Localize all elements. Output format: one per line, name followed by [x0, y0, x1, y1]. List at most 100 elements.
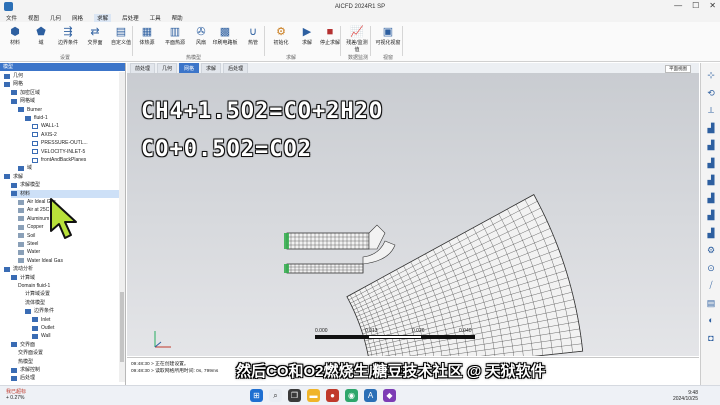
tree-item[interactable]: Steel: [18, 240, 119, 248]
ruler-icon[interactable]: ⧸: [705, 279, 717, 291]
tree-item[interactable]: Outlet: [32, 324, 119, 332]
palette-icon[interactable]: ◐: [705, 314, 717, 326]
custom-value-button[interactable]: ▤ 自定义值: [108, 25, 134, 46]
graphics-tab[interactable]: 几何: [157, 62, 178, 74]
tree-item[interactable]: 网格: [4, 80, 119, 88]
menu-help[interactable]: 帮助: [172, 14, 183, 22]
tree-item[interactable]: 求解: [4, 173, 119, 181]
axis-icon[interactable]: ⟂: [705, 104, 717, 116]
maximize-button[interactable]: ☐: [692, 1, 699, 10]
minimize-button[interactable]: —: [674, 1, 682, 10]
checkbox-icon[interactable]: [32, 140, 38, 146]
ribbon-toolbar: ⬢ 材料 ⬟ 域 ⇶ 边界条件 ⇄ 交界面 ▤ 自定义值 ▦ 体热源 ▥ 平面热源 ✇ 风扇 ▩ 印刷电路板 ∪ 热管…: [0, 22, 720, 62]
graphics-tab[interactable]: 求解: [201, 62, 222, 74]
aicfd-app-icon[interactable]: A: [364, 389, 377, 402]
graphics-tab[interactable]: 前处理: [130, 62, 156, 74]
tree-item[interactable]: 交界面设置: [18, 349, 119, 357]
tree-item[interactable]: 交界面: [11, 341, 119, 349]
camera-icon[interactable]: ◘: [705, 332, 717, 344]
menu-solve[interactable]: 求解: [94, 13, 112, 22]
tree-item[interactable]: 域: [18, 164, 119, 172]
tree-item[interactable]: 几何: [4, 72, 119, 80]
interface-button[interactable]: ⇄ 交界面: [82, 25, 108, 46]
tree-item[interactable]: Water Ideal Gas: [18, 257, 119, 265]
graphics-tab[interactable]: 后处理: [223, 62, 249, 74]
chart-icon[interactable]: ▟: [705, 174, 717, 186]
tree-item[interactable]: 网格域: [11, 97, 119, 105]
tree-item[interactable]: frontAndBackPlanes: [32, 156, 119, 164]
tree-item[interactable]: 加密区域: [11, 89, 119, 97]
tree-item[interactable]: 计算域设置: [25, 290, 119, 298]
checkbox-icon[interactable]: [32, 157, 38, 163]
chart-icon[interactable]: ▟: [705, 157, 717, 169]
view-selector[interactable]: 平面视图: [665, 65, 691, 73]
volume-heat-source-button[interactable]: ▦ 体热源: [134, 25, 160, 46]
layer-icon[interactable]: ▤: [705, 297, 717, 309]
visualization-window-button[interactable]: ▣ 可视化视窗: [375, 25, 401, 46]
tree-item[interactable]: 求解模型: [11, 181, 119, 189]
app-icon[interactable]: ●: [326, 389, 339, 402]
tree-item[interactable]: 求解控制: [11, 366, 119, 374]
zoom-fit-icon[interactable]: ⊙: [705, 262, 717, 274]
menu-file[interactable]: 文件: [6, 14, 17, 22]
tree-item[interactable]: WALL-1: [32, 122, 119, 130]
boundary-conditions-button[interactable]: ⇶ 边界条件: [55, 25, 81, 46]
materials-button[interactable]: ⬢ 材料: [2, 25, 28, 46]
chart-icon[interactable]: ▟: [705, 192, 717, 204]
search-icon[interactable]: ⌕: [269, 389, 282, 402]
task-view-icon[interactable]: ❐: [288, 389, 301, 402]
rotate-icon[interactable]: ⟲: [705, 87, 717, 99]
checkbox-icon[interactable]: [32, 123, 38, 129]
chart-icon[interactable]: ▟: [705, 227, 717, 239]
browser-icon[interactable]: ◉: [345, 389, 358, 402]
taskbar-widget[interactable]: 我已超标 + 0.27%: [6, 389, 26, 401]
tree-item[interactable]: 后处理: [11, 374, 119, 382]
file-explorer-icon[interactable]: ▬: [307, 389, 320, 402]
tree-item[interactable]: 热模型: [18, 358, 119, 366]
ribbon-button-label: 体热源: [139, 40, 155, 46]
heat-pipe-button[interactable]: ∪ 热管: [240, 25, 266, 46]
chart-icon[interactable]: ▟: [705, 209, 717, 221]
tree-item[interactable]: Domain fluid-1: [18, 282, 119, 290]
domain-button[interactable]: ⬟ 域: [28, 25, 54, 46]
graphics-viewport[interactable]: CH4+1.5O2=CO+2H2O CO+0.5O2=CO2 0.000 0.0…: [127, 73, 699, 356]
tree-item[interactable]: PRESSURE-OUTL...: [32, 139, 119, 147]
fan-button[interactable]: ✇ 风扇: [188, 25, 214, 46]
checkbox-icon[interactable]: [32, 149, 38, 155]
plane-heat-source-button[interactable]: ▥ 平面热源: [162, 25, 188, 46]
tree-item[interactable]: AXIS-2: [32, 131, 119, 139]
tree-item[interactable]: 边界条件: [25, 307, 119, 315]
tree-item[interactable]: Inlet: [32, 316, 119, 324]
app-icon[interactable]: ◆: [383, 389, 396, 402]
tree-scrollbar[interactable]: [119, 72, 125, 382]
initialize-button[interactable]: ⚙ 初始化: [268, 25, 294, 46]
video-subtitle: 然后CO和O2燃烧生成CO2 糖豆技术社区 @ 天狱软件: [236, 360, 546, 381]
tree-item[interactable]: 流体模型: [25, 299, 119, 307]
model-tree-header: 模型: [0, 63, 125, 71]
gear-icon[interactable]: ⚙: [705, 244, 717, 256]
menu-mesh[interactable]: 网格: [72, 14, 83, 22]
menu-view[interactable]: 视图: [28, 14, 39, 22]
tree-item[interactable]: Water: [18, 248, 119, 256]
tree-item[interactable]: VELOCITY-INLET-5: [32, 148, 119, 156]
close-button[interactable]: ✕: [709, 1, 716, 10]
tree-item[interactable]: Wall: [32, 332, 119, 340]
checkbox-icon[interactable]: [32, 132, 38, 138]
select-icon[interactable]: ⊹: [705, 69, 717, 81]
pcb-button[interactable]: ▩ 印刷电路板: [212, 25, 238, 46]
menu-postprocess[interactable]: 后处理: [122, 14, 139, 22]
graphics-tab[interactable]: 网格: [179, 62, 200, 74]
tree-node-icon: [11, 367, 17, 373]
tree-item[interactable]: Burner: [18, 106, 119, 114]
chart-icon[interactable]: ▟: [705, 122, 717, 134]
tree-item[interactable]: 计算域: [11, 274, 119, 282]
tree-item[interactable]: 流动分析: [4, 265, 119, 273]
tree-item[interactable]: fluid-1: [25, 114, 119, 122]
menu-geometry[interactable]: 几何: [50, 14, 61, 22]
menu-tools[interactable]: 工具: [150, 14, 161, 22]
chart-icon[interactable]: ▟: [705, 139, 717, 151]
start-button-icon[interactable]: ⊞: [250, 389, 263, 402]
taskbar-clock[interactable]: 9:48 2024/10/25: [673, 390, 698, 402]
tree-scrollbar-thumb[interactable]: [120, 292, 124, 362]
residual-monitor-button[interactable]: 📈 残差/监测值: [344, 25, 370, 53]
